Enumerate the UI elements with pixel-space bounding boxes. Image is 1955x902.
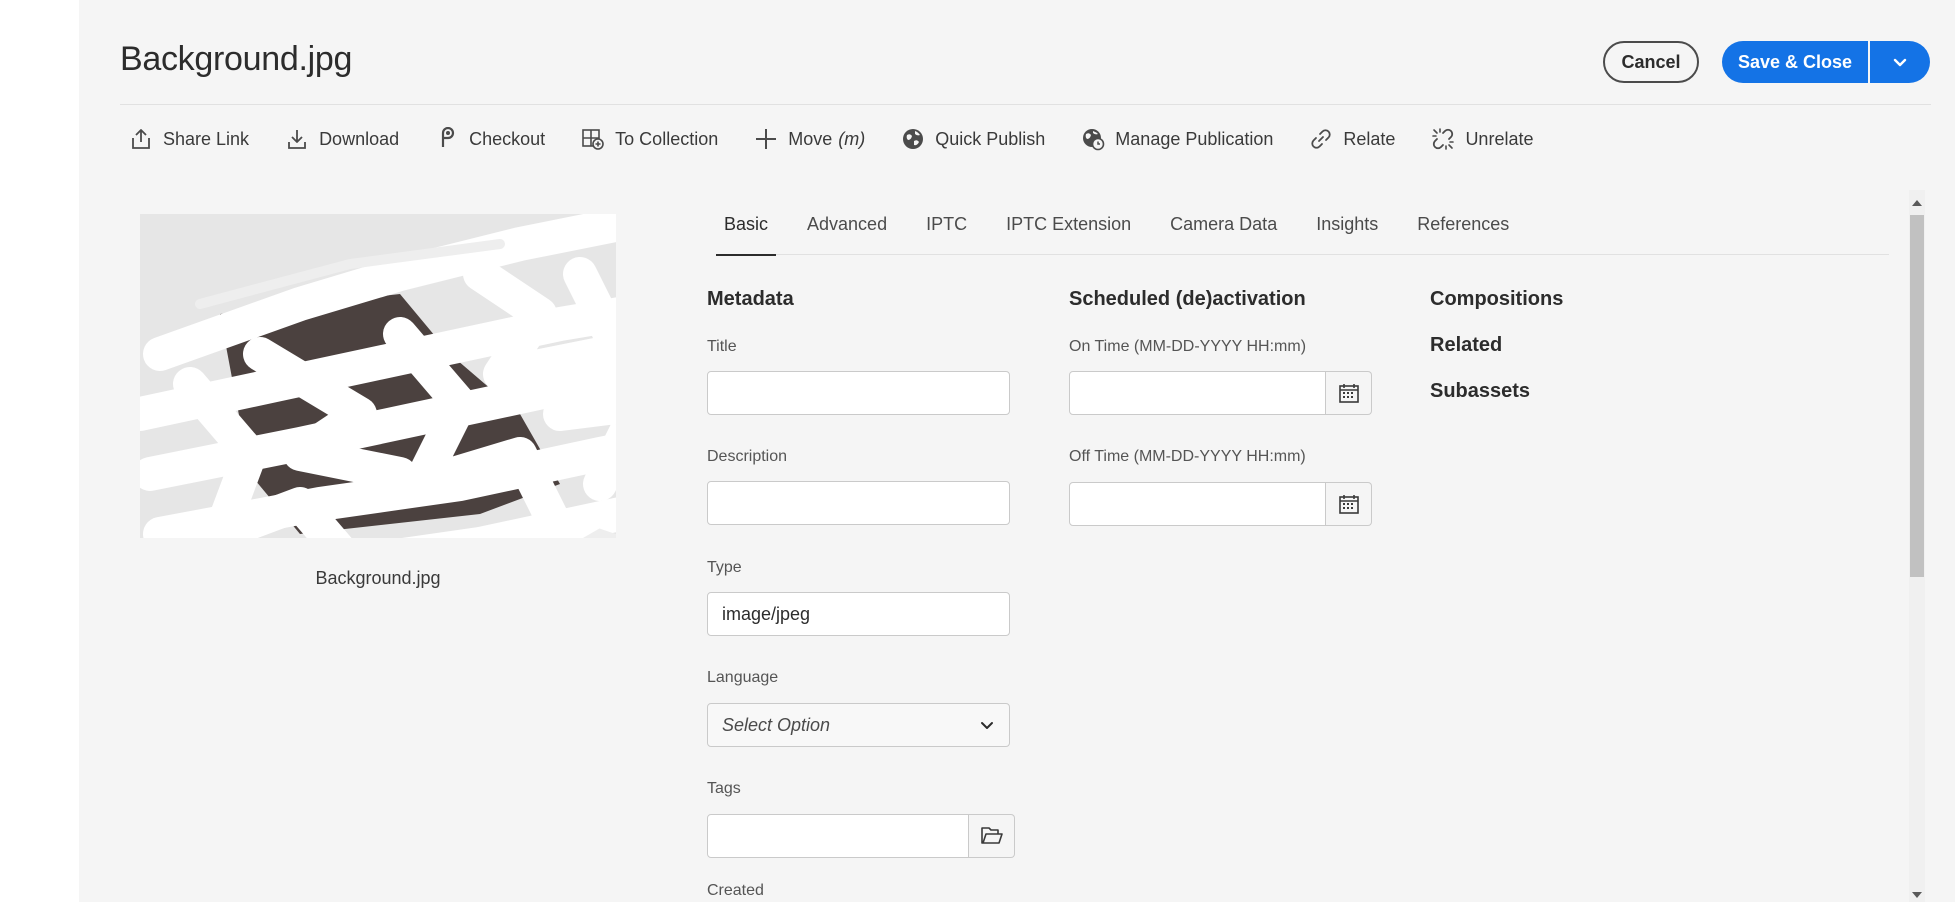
relate-label: Relate bbox=[1343, 128, 1396, 149]
vertical-scrollbar[interactable] bbox=[1909, 190, 1925, 902]
collection-add-icon bbox=[582, 129, 604, 150]
tags-label: Tags bbox=[707, 780, 741, 797]
off-time-field[interactable] bbox=[1069, 482, 1326, 526]
unrelate-button[interactable]: Unrelate bbox=[1431, 122, 1533, 156]
page-title: Background.jpg bbox=[120, 40, 353, 78]
folder-open-icon bbox=[980, 827, 1003, 844]
checkout-icon bbox=[442, 127, 455, 147]
language-label: Language bbox=[707, 669, 779, 686]
on-time-label: On Time (MM-DD-YYYY HH:mm) bbox=[1069, 338, 1307, 355]
tags-picker bbox=[707, 814, 1015, 858]
action-toolbar: Share Link Download Checkout To Collecti… bbox=[129, 122, 1569, 156]
on-time-field[interactable] bbox=[1069, 371, 1326, 415]
calendar-icon bbox=[1338, 384, 1359, 403]
checkout-label: Checkout bbox=[469, 128, 546, 149]
metadata-heading: Metadata bbox=[707, 288, 794, 310]
related-heading[interactable]: Related bbox=[1430, 334, 1502, 357]
left-gutter bbox=[0, 0, 79, 902]
checkout-button[interactable]: Checkout bbox=[435, 122, 545, 156]
relate-button[interactable]: Relate bbox=[1309, 122, 1395, 156]
save-options-button[interactable] bbox=[1870, 41, 1930, 83]
language-select-value: Select Option bbox=[722, 714, 831, 735]
subassets-heading[interactable]: Subassets bbox=[1430, 380, 1530, 403]
move-icon bbox=[756, 129, 777, 149]
redacted-preview-image bbox=[140, 214, 616, 538]
globe-icon bbox=[903, 129, 924, 149]
move-button[interactable]: Move (m) bbox=[754, 122, 865, 156]
preview-filename: Background.jpg bbox=[315, 568, 441, 588]
download-label: Download bbox=[319, 128, 400, 149]
created-label: Created bbox=[707, 882, 764, 899]
to-collection-label: To Collection bbox=[615, 128, 719, 149]
manage-publication-button[interactable]: Manage Publication bbox=[1081, 122, 1273, 156]
tab-references[interactable]: References bbox=[1417, 205, 1509, 255]
tab-iptc[interactable]: IPTC bbox=[926, 205, 967, 255]
type-label: Type bbox=[707, 559, 742, 576]
tab-basic[interactable]: Basic bbox=[715, 205, 777, 256]
language-select[interactable]: Select Option bbox=[707, 703, 1010, 747]
save-and-close-button[interactable]: Save & Close bbox=[1722, 41, 1868, 83]
browse-tags-button[interactable] bbox=[969, 814, 1015, 858]
off-time-label: Off Time (MM-DD-YYYY HH:mm) bbox=[1069, 448, 1306, 465]
compositions-heading[interactable]: Compositions bbox=[1430, 288, 1563, 311]
move-shortcut-hint: (m) bbox=[838, 128, 866, 149]
tab-camera-data[interactable]: Camera Data bbox=[1170, 205, 1277, 255]
share-icon bbox=[132, 129, 150, 149]
tab-advanced[interactable]: Advanced bbox=[807, 205, 887, 255]
tags-field[interactable] bbox=[707, 814, 969, 858]
quick-publish-button[interactable]: Quick Publish bbox=[901, 122, 1045, 156]
share-link-label: Share Link bbox=[163, 128, 250, 149]
description-label: Description bbox=[707, 448, 788, 465]
scheduled-activation-heading: Scheduled (de)activation bbox=[1069, 288, 1306, 310]
to-collection-button[interactable]: To Collection bbox=[581, 122, 718, 156]
chevron-down-icon bbox=[981, 722, 993, 729]
description-field[interactable] bbox=[707, 481, 1010, 525]
link-icon bbox=[1311, 129, 1332, 149]
type-field[interactable] bbox=[707, 592, 1010, 636]
unrelate-label: Unrelate bbox=[1465, 128, 1534, 149]
calendar-icon bbox=[1338, 495, 1359, 514]
cancel-button[interactable]: Cancel bbox=[1603, 41, 1699, 83]
on-time-picker bbox=[1069, 371, 1372, 415]
globe-clock-icon bbox=[1083, 129, 1105, 151]
chevron-down-icon bbox=[1893, 58, 1907, 67]
off-time-calendar-button[interactable] bbox=[1326, 482, 1372, 526]
scroll-down-arrow-icon[interactable] bbox=[1912, 892, 1922, 898]
share-link-button[interactable]: Share Link bbox=[129, 122, 249, 156]
header-divider bbox=[120, 104, 1931, 105]
off-time-picker bbox=[1069, 482, 1372, 526]
metadata-tabs: Basic Advanced IPTC IPTC Extension Camer… bbox=[715, 205, 1889, 256]
title-label: Title bbox=[707, 338, 737, 355]
asset-preview-thumbnail bbox=[140, 214, 616, 538]
on-time-calendar-button[interactable] bbox=[1326, 371, 1372, 415]
move-label: Move bbox=[788, 128, 833, 149]
manage-publication-label: Manage Publication bbox=[1115, 128, 1274, 149]
download-button[interactable]: Download bbox=[285, 122, 399, 156]
scroll-up-arrow-icon[interactable] bbox=[1912, 200, 1922, 206]
tab-iptc-extension[interactable]: IPTC Extension bbox=[1006, 205, 1131, 255]
title-field[interactable] bbox=[707, 371, 1010, 415]
scrollbar-thumb[interactable] bbox=[1910, 215, 1924, 577]
unlink-icon bbox=[1432, 128, 1455, 150]
tab-insights[interactable]: Insights bbox=[1316, 205, 1378, 255]
quick-publish-label: Quick Publish bbox=[935, 128, 1046, 149]
download-icon bbox=[288, 130, 306, 149]
asset-properties-page: Background.jpg Cancel Save & Close Share… bbox=[79, 0, 1955, 902]
